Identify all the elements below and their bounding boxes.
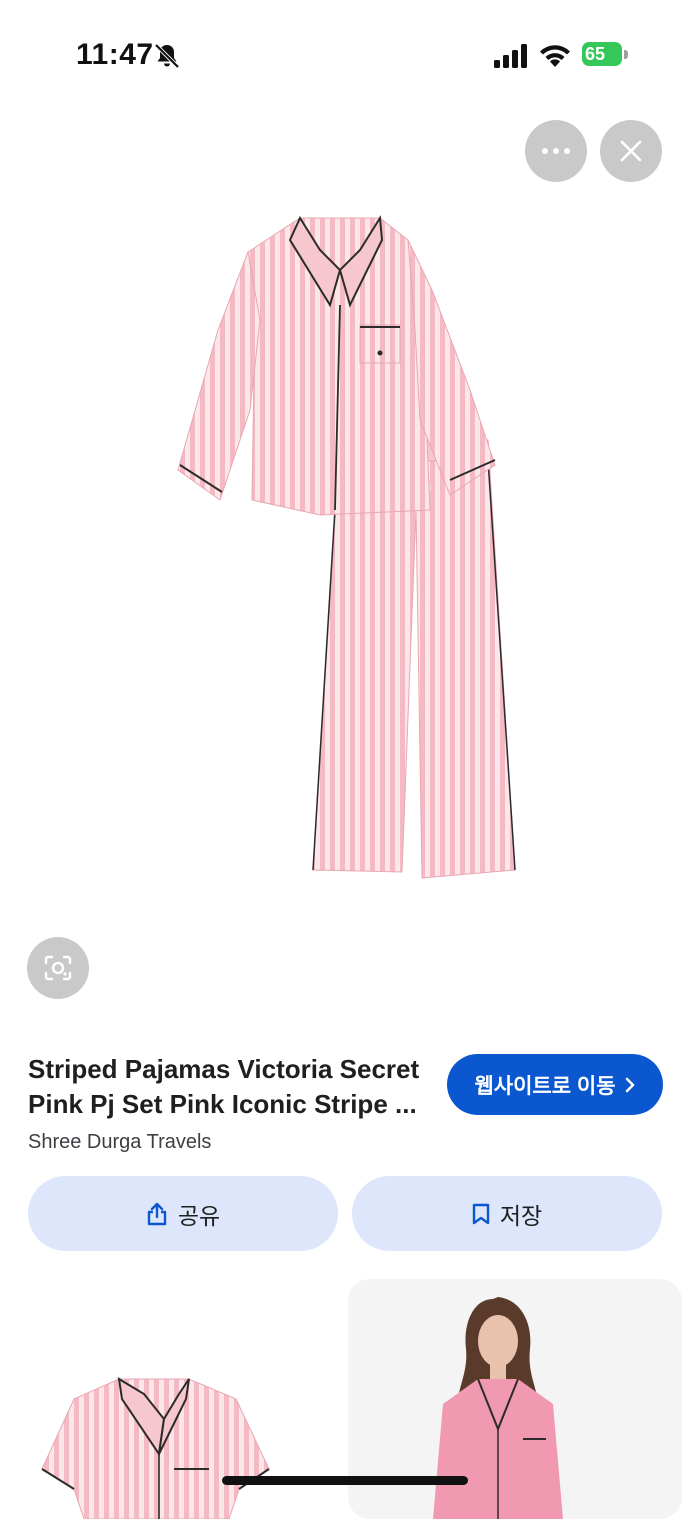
title-line-2: Pink Pj Set Pink Iconic Stripe ...: [28, 1089, 417, 1119]
save-label: 저장: [499, 1202, 543, 1229]
battery-indicator: 65: [582, 42, 630, 68]
visit-website-button[interactable]: 웹사이트로 이동: [447, 1054, 663, 1115]
title-line-1: Striped Pajamas Victoria Secret: [28, 1054, 420, 1084]
status-bar: 11:47 65: [0, 0, 690, 110]
visit-website-label: 웹사이트로 이동: [474, 1074, 616, 1098]
more-horizontal-icon: [542, 148, 570, 154]
status-time: 11:47: [76, 38, 154, 71]
wifi-icon: [540, 45, 570, 67]
save-button[interactable]: 저장: [352, 1176, 662, 1251]
source-name: Shree Durga Travels: [28, 1131, 212, 1153]
lens-search-button[interactable]: [27, 937, 89, 999]
bell-muted-icon: [154, 43, 180, 69]
close-button[interactable]: [600, 120, 662, 182]
chevron-right-icon: [625, 1077, 634, 1092]
close-icon: [620, 140, 642, 162]
home-indicator[interactable]: [222, 1476, 468, 1485]
more-options-button[interactable]: [525, 120, 587, 182]
share-label: 공유: [177, 1202, 221, 1229]
share-icon: [147, 1202, 167, 1225]
product-image[interactable]: [170, 210, 520, 885]
lens-search-icon: [44, 955, 72, 981]
cellular-signal-icon: [494, 44, 527, 68]
product-title[interactable]: Striped Pajamas Victoria Secret Pink Pj …: [28, 1052, 438, 1122]
bookmark-icon: [472, 1203, 490, 1224]
share-button[interactable]: 공유: [28, 1176, 338, 1251]
battery-cap: [624, 50, 628, 59]
battery-level: 65: [585, 44, 606, 64]
